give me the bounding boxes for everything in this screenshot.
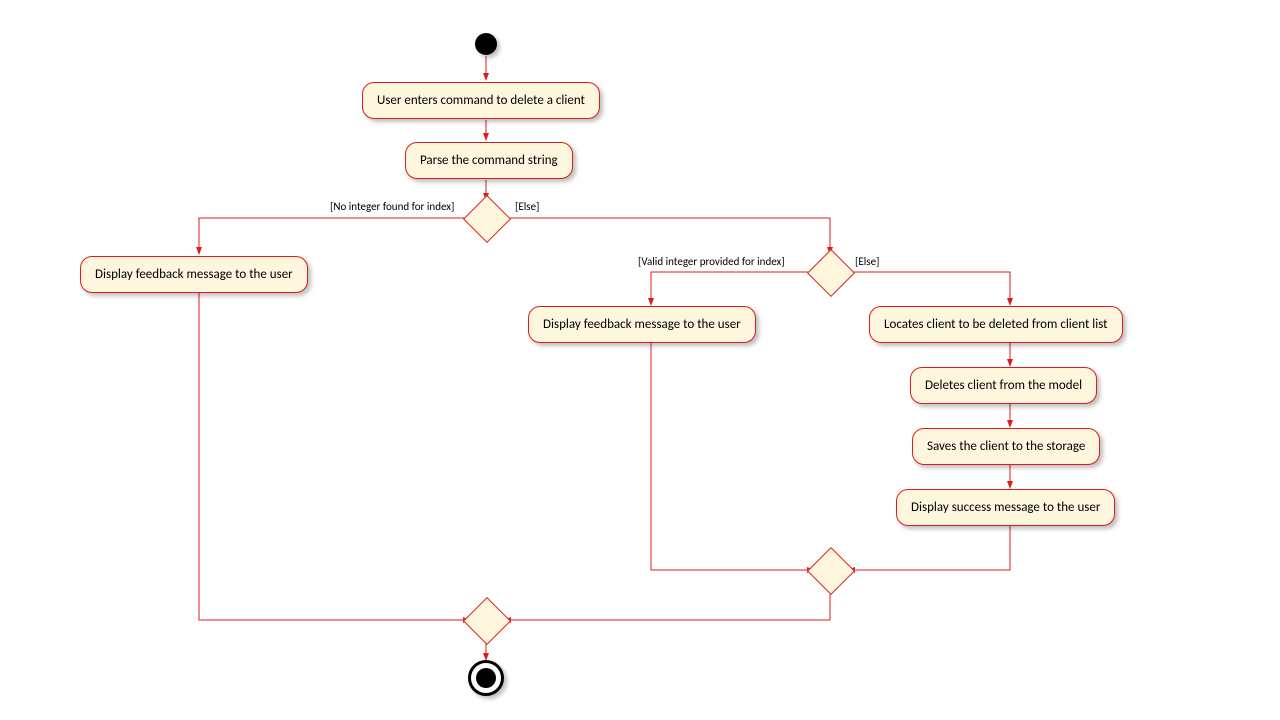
activity-label: Deletes client from the model [925,378,1082,393]
activity-diagram: User enters command to delete a client P… [0,0,1280,720]
activity-feedback-mid: Display feedback message to the user [528,306,756,343]
merge-inner [807,547,855,595]
decision-integer-found [463,195,511,243]
guard-else-2: [Else] [855,255,879,268]
activity-display-success: Display success message to the user [896,489,1115,526]
edges-layer [0,0,1280,720]
activity-feedback-left: Display feedback message to the user [80,256,308,293]
activity-save-client: Saves the client to the storage [912,428,1100,465]
guard-no-integer: [No integer found for index] [330,200,454,213]
activity-enter-command: User enters command to delete a client [362,82,600,119]
guard-else-1: [Else] [515,200,539,213]
activity-label: Display feedback message to the user [543,317,741,332]
activity-locate-client: Locates client to be deleted from client… [869,306,1123,343]
activity-label: Parse the command string [420,153,558,168]
activity-label: Display feedback message to the user [95,267,293,282]
initial-node [475,33,497,55]
activity-label: User enters command to delete a client [377,93,585,108]
activity-label: Display success message to the user [911,500,1100,515]
decision-valid-integer [807,249,855,297]
guard-valid-integer: [Valid integer provided for index] [638,255,785,268]
activity-parse-command: Parse the command string [405,142,573,179]
final-node [468,660,504,696]
merge-outer [463,597,511,645]
activity-label: Locates client to be deleted from client… [884,317,1108,332]
activity-label: Saves the client to the storage [927,439,1085,454]
activity-delete-client: Deletes client from the model [910,367,1097,404]
